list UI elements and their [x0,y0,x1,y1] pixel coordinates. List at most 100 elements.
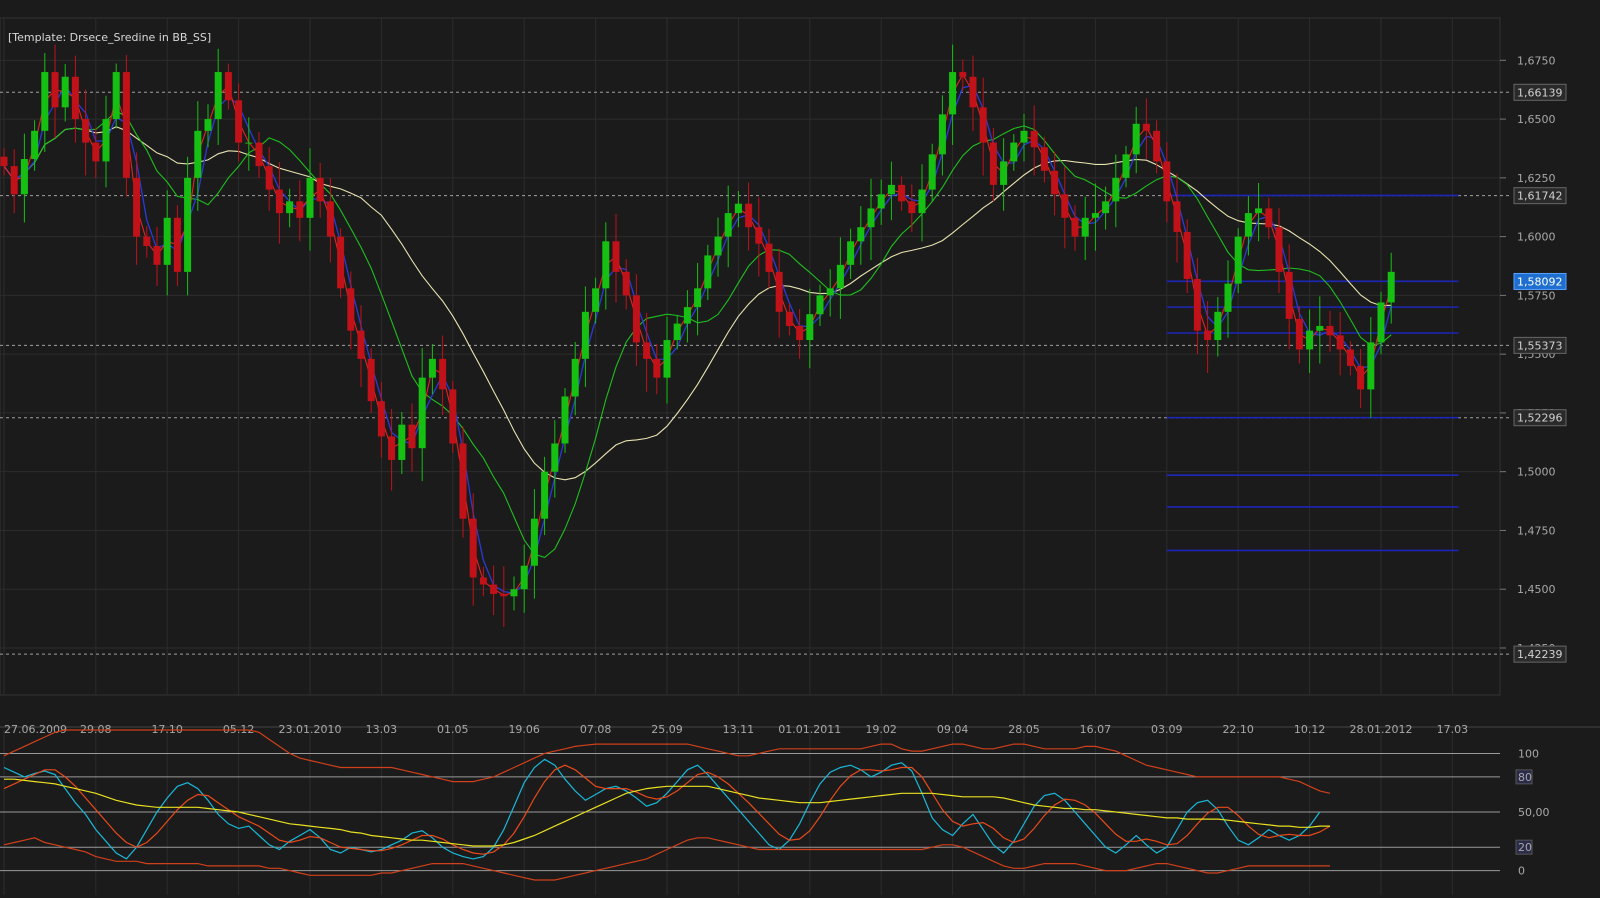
candle-body [143,236,151,247]
candle-body [632,295,640,343]
candle-body [133,177,141,237]
y-tick-label: 1,6750 [1517,54,1556,67]
candle-body [806,314,814,341]
x-tick-label: 01.05 [437,723,469,736]
candle-body [765,243,773,272]
x-tick-label: 07.08 [580,723,612,736]
candle-body [1224,283,1232,312]
x-tick-label: 19.02 [865,723,897,736]
candle-body [1346,349,1354,366]
candle-body [245,142,253,144]
candle-body [71,76,79,120]
candle-body [622,271,630,296]
candle-body [439,358,447,390]
candle-body [398,424,406,460]
candle-body [92,142,100,162]
y-tick-label: 1,5000 [1517,466,1556,479]
candle-body [1357,365,1365,390]
candle-body [20,159,28,195]
candle-body [61,76,69,108]
candle-body [224,72,232,101]
candle-body [1336,335,1344,350]
candle-body [449,389,457,444]
candle-body [459,443,467,519]
candle-body [694,288,702,308]
candle-body [704,255,712,289]
price-level-label: 1,52296 [1517,412,1563,425]
candle-body [541,471,549,519]
candle-body [989,142,997,185]
candle-body [296,201,304,218]
candle-body [724,213,732,237]
candle-body [898,184,906,202]
x-tick-label: 10.12 [1294,723,1326,736]
osc-tick-label: 80 [1518,771,1532,784]
x-tick-label: 27.06.2009 [4,723,67,736]
candle-body [1142,123,1150,131]
candle-body [918,189,926,214]
candle-body [82,119,90,143]
candle-body [857,227,865,242]
candle-body [1275,227,1283,272]
candle-body [1102,201,1110,214]
candle-body [122,72,130,178]
candle-body [102,119,110,162]
x-tick-label: 13.11 [723,723,755,736]
candle-body [367,358,375,402]
candle-body [1122,154,1130,178]
candle-body [908,201,916,214]
candle-body [1265,208,1273,228]
candle-body [1010,142,1018,162]
candle-body [561,396,569,444]
x-tick-label: 28.05 [1008,723,1040,736]
candle-body [1306,330,1314,350]
candle-body [1183,231,1191,279]
candle-body [755,227,763,244]
candle-body [1020,130,1028,143]
price-level-label: 1,55373 [1517,339,1563,352]
candle-body [683,307,691,324]
candle-body [388,436,396,460]
y-tick-label: 1,6500 [1517,113,1556,126]
x-tick-label: 25.09 [651,723,683,736]
x-tick-label: 23.01.2010 [279,723,342,736]
x-tick-label: 16.07 [1080,723,1112,736]
x-tick-label: 17.03 [1437,723,1469,736]
x-tick-label: 28.01.2012 [1350,723,1413,736]
candle-body [1081,217,1089,237]
candle-body [306,177,314,218]
candle-body [1326,325,1334,336]
candle-body [867,208,875,228]
candle-body [928,154,936,190]
candle-body [235,100,243,143]
candle-body [887,184,895,195]
candle-body [112,72,120,120]
candle-body [816,295,824,315]
candle-body [316,177,324,202]
candle-body [1285,271,1293,319]
osc-tick-label: 0 [1518,865,1525,878]
candle-body [592,288,600,312]
x-tick-label: 13.03 [366,723,398,736]
candle-body [836,264,844,289]
x-tick-label: 19.06 [508,723,540,736]
price-level-label: 1,42239 [1517,648,1563,661]
candle-body [1367,342,1375,390]
candle-body [275,189,283,214]
candle-body [1295,318,1303,350]
candle-body [255,142,263,167]
candle-body [153,246,161,265]
candle-body [163,217,171,265]
x-tick-label: 03.09 [1151,723,1183,736]
candle-body [469,518,477,578]
candle-body [1112,177,1120,202]
candle-body [0,156,8,167]
y-tick-label: 1,6250 [1517,172,1556,185]
candle-body [775,271,783,312]
candle-body [1214,311,1222,341]
osc-tick-label: 20 [1518,841,1532,854]
candle-body [1040,147,1048,171]
candle-body [326,201,334,237]
candle-body [510,589,518,597]
candle-body [969,76,977,108]
